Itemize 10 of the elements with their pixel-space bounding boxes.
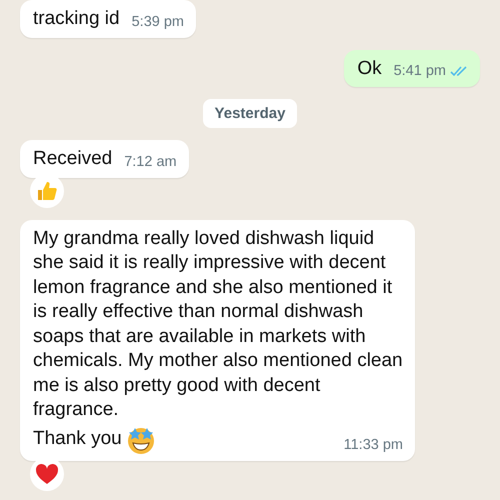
date-label: Yesterday (202, 99, 298, 128)
message-text: Thank you (33, 427, 122, 452)
message-time: 5:41 pm (394, 62, 446, 81)
message-text: My grandma really loved dishwash liquid she said it is really impressive with decent lemon fragrance and she also mentioned it is really effective than normal dishwash soaps that are available in markets with chemicals. My mother also mentioned clean me is also pretty good with decent fragrance. (33, 226, 403, 422)
message-text: Received (33, 147, 112, 171)
message-text: Ok (357, 56, 382, 80)
message-text: tracking id (33, 7, 120, 31)
message-time: 7:12 am (124, 152, 177, 172)
message-time: 5:39 pm (132, 12, 184, 32)
message-time: 11:33 pm (344, 436, 403, 454)
